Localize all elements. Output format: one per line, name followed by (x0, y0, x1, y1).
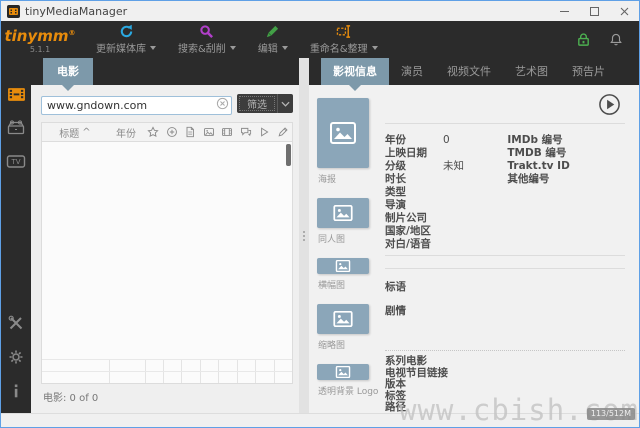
column-header-edit-pen-icon[interactable] (274, 123, 293, 141)
table-scrollbar-thumb[interactable] (286, 144, 291, 166)
divider (385, 255, 625, 256)
field-label: Trakt.tv ID (507, 160, 581, 172)
poster-label: 海报 (318, 172, 373, 185)
filter-button[interactable]: 筛选 (239, 96, 275, 111)
titlebar: tinyMediaManager (1, 1, 639, 21)
plot-label: 剧情 (385, 303, 625, 318)
column-header-trailer-icon[interactable] (255, 123, 274, 141)
chevron-down-icon (282, 46, 288, 50)
splitter-grip-icon (303, 231, 305, 241)
filter-dropdown-arrow[interactable] (277, 94, 293, 113)
movie-count-status: 电影: 0 of 0 (41, 384, 293, 404)
thumb-placeholder[interactable] (317, 304, 369, 334)
table-empty-grid (42, 359, 292, 383)
menu-search-scrape[interactable]: 搜索&刮削 (178, 24, 236, 55)
filter-split-button: 筛选 (237, 94, 293, 113)
sidebar-item-movie-sets[interactable] (4, 116, 28, 140)
thumb-label: 缩略图 (318, 338, 373, 351)
menu-update-library[interactable]: 更新媒体库 (96, 24, 156, 55)
tab-trailer[interactable]: 预告片 (560, 58, 617, 85)
sidebar: TV (1, 58, 31, 413)
chevron-down-icon (150, 46, 156, 50)
tools-icon[interactable] (4, 311, 28, 335)
bell-icon[interactable] (609, 32, 623, 47)
clearlogo-label: 透明背景 Logo (318, 384, 373, 397)
field-label: 对白/语音 (385, 236, 443, 251)
clearlogo-placeholder[interactable] (317, 364, 369, 380)
movies-table: 标题^ 年份 (41, 122, 293, 384)
details-tabstrip: 影视信息 演员 视频文件 艺术图 预告片 (309, 58, 639, 85)
clear-search-icon[interactable] (216, 97, 229, 110)
column-header-subtitles-icon[interactable] (237, 123, 256, 141)
divider (385, 268, 625, 269)
field-value: 0 (443, 134, 450, 146)
tab-media-information[interactable]: 影视信息 (321, 58, 389, 85)
sort-ascending-indicator: ^ (82, 127, 90, 138)
settings-gear-icon[interactable] (4, 345, 28, 369)
app-window: tinyMediaManager tinymm® 5.1.1 更新媒体库 搜索&… (0, 0, 640, 428)
play-button[interactable] (598, 93, 621, 116)
banner-label: 横幅图 (318, 278, 373, 291)
tab-artwork[interactable]: 艺术图 (503, 58, 560, 85)
column-header-rating-star-icon[interactable] (144, 123, 163, 141)
movies-tabstrip: 电影 (31, 58, 299, 85)
details-panel: 影视信息 演员 视频文件 艺术图 预告片 海报 同人图 (309, 58, 639, 413)
field-label: TMDB 编号 (507, 145, 581, 160)
svg-text:TV: TV (10, 158, 20, 166)
column-header-title[interactable]: 标题^ (42, 123, 108, 141)
field-label: 其他编号 (507, 171, 581, 186)
fanart-placeholder[interactable] (317, 198, 369, 228)
dotted-divider (385, 350, 625, 351)
panel-splitter[interactable] (299, 58, 309, 413)
search-icon (199, 24, 214, 39)
artwork-column: 海报 同人图 横幅图 缩略图 透明背景 (317, 93, 373, 413)
column-header-nfo-icon[interactable] (181, 123, 200, 141)
menu-edit[interactable]: 编辑 (258, 24, 288, 55)
fanart-label: 同人图 (318, 232, 373, 245)
edit-pencil-icon (265, 24, 280, 39)
tab-movies[interactable]: 电影 (43, 58, 93, 85)
statusbar (1, 413, 639, 428)
toolbar: tinymm® 5.1.1 更新媒体库 搜索&刮削 编辑 重命名&整理 (1, 21, 639, 58)
sidebar-item-tv-shows[interactable]: TV (4, 150, 28, 174)
app-logo: tinymm® 5.1.1 (9, 26, 71, 54)
poster-placeholder[interactable] (317, 98, 369, 168)
sidebar-item-movies[interactable] (4, 82, 28, 106)
window-title: tinyMediaManager (25, 5, 127, 18)
media-information: 年份0 上映日期 分级未知 时长 类型 导演 制片公司 国家/地区 对白/语音 … (383, 93, 629, 413)
lock-icon[interactable] (576, 32, 591, 47)
field-value: 未知 (443, 158, 464, 173)
column-header-watched-icon[interactable] (163, 123, 182, 141)
minimize-button[interactable] (549, 1, 579, 21)
note-label: 注释 (385, 411, 406, 413)
menu-rename-organize[interactable]: 重命名&整理 (310, 24, 378, 55)
column-header-year[interactable]: 年份 (108, 123, 144, 141)
search-input[interactable] (41, 96, 232, 115)
banner-placeholder[interactable] (317, 258, 369, 274)
chevron-down-icon (230, 46, 236, 50)
info-icon[interactable] (4, 379, 28, 403)
movies-table-header: 标题^ 年份 (42, 123, 292, 142)
close-button[interactable] (609, 1, 639, 21)
divider (385, 123, 625, 124)
tagline-label: 标语 (385, 279, 625, 294)
memory-usage-badge: 113/512M (587, 408, 635, 420)
column-header-video-icon[interactable] (218, 123, 237, 141)
chevron-down-icon (372, 46, 378, 50)
tab-media-files[interactable]: 视频文件 (435, 58, 503, 85)
tab-cast[interactable]: 演员 (389, 58, 435, 85)
movies-panel: 电影 筛选 (31, 58, 299, 413)
app-icon (7, 5, 20, 18)
column-header-images-icon[interactable] (200, 123, 219, 141)
rename-icon (336, 24, 352, 39)
app-version: 5.1.1 (30, 45, 50, 54)
refresh-icon (119, 24, 134, 39)
maximize-button[interactable] (579, 1, 609, 21)
